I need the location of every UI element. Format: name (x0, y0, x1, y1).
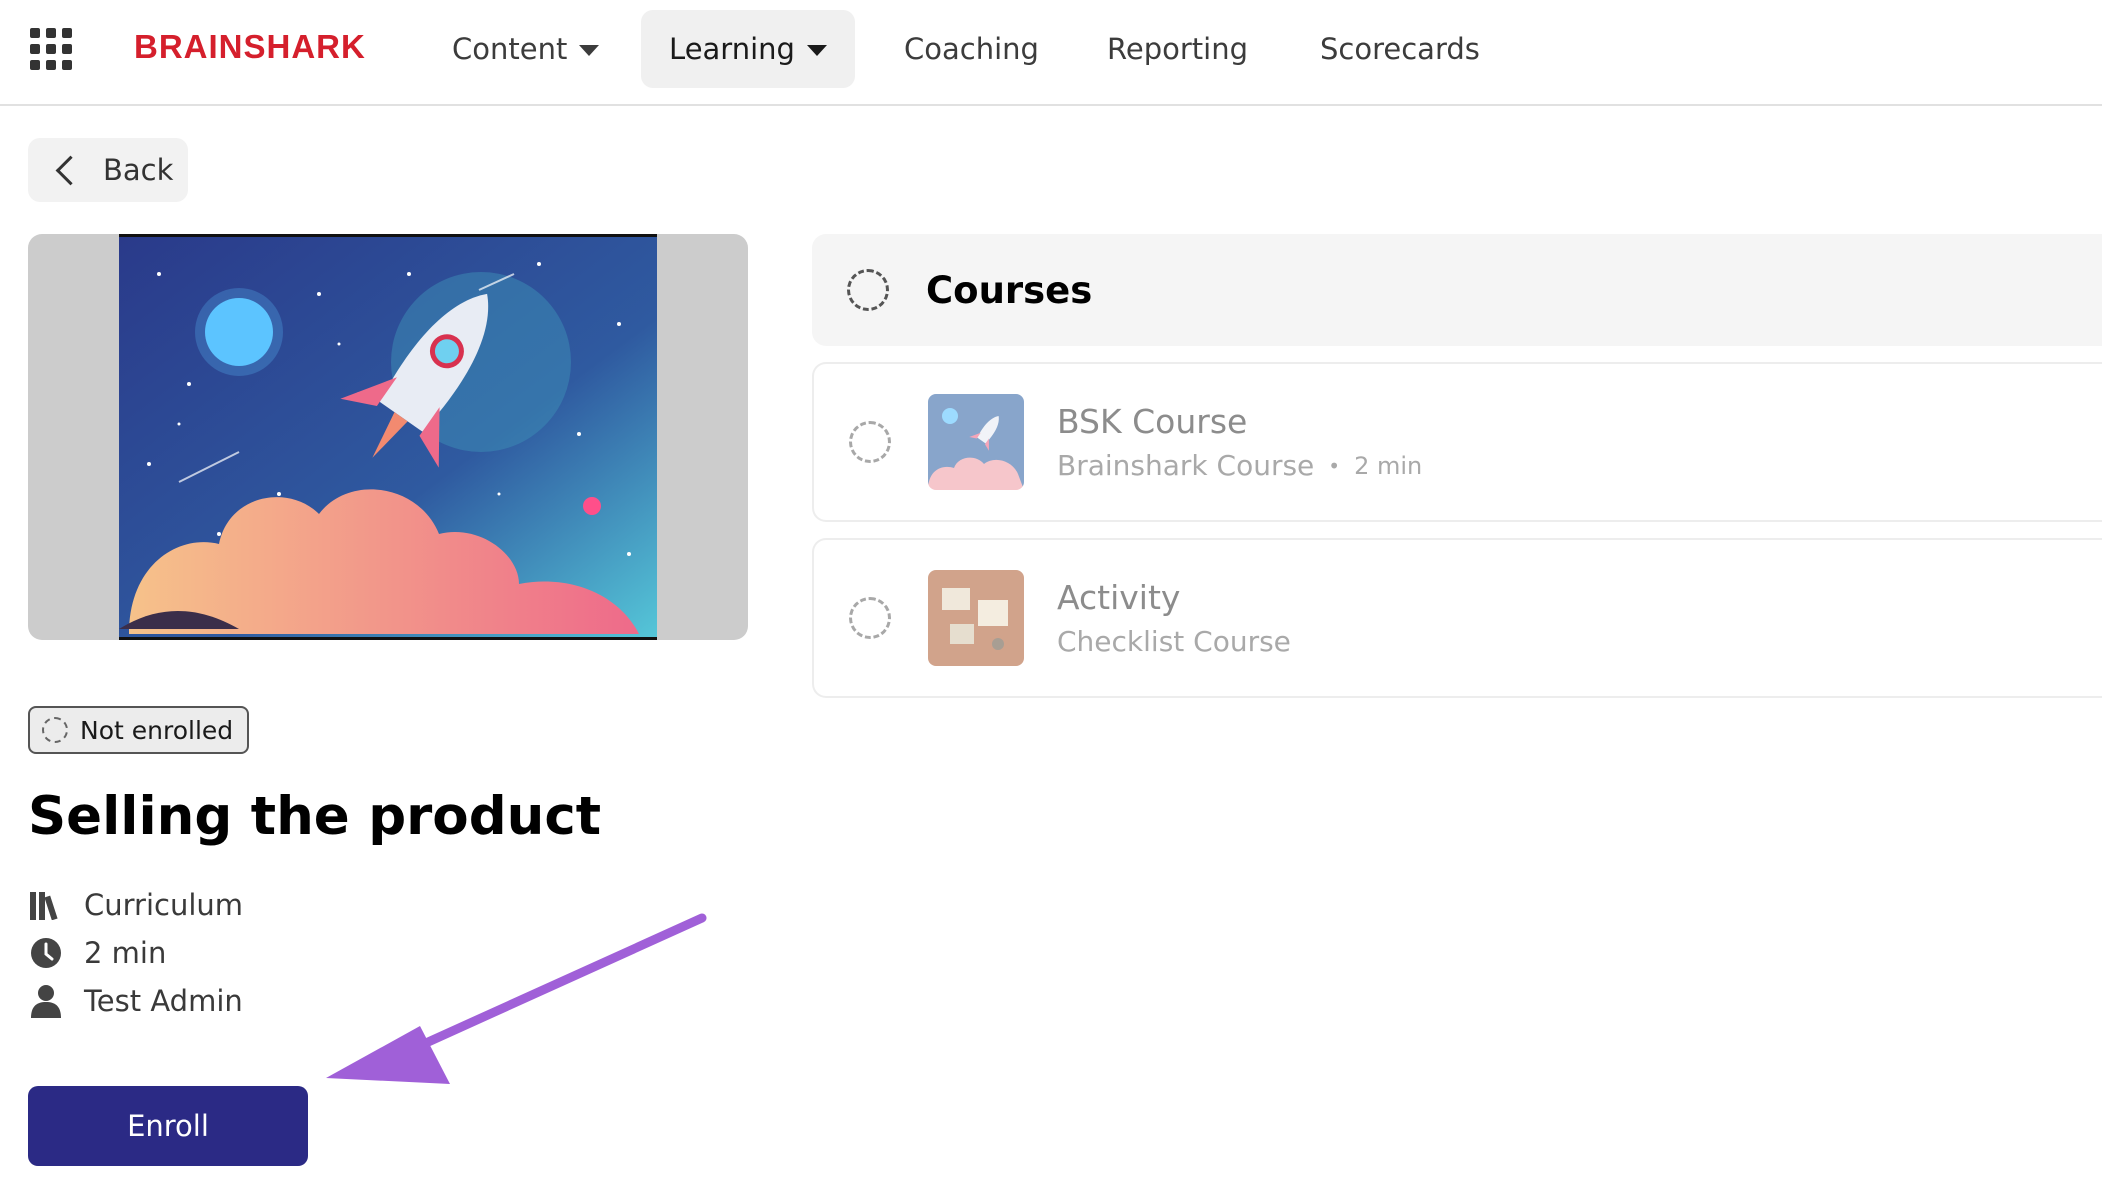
enroll-button[interactable]: Enroll (28, 1086, 308, 1166)
nav-learning[interactable]: Learning (641, 10, 855, 88)
course-name: BSK Course (1057, 402, 1248, 441)
course-duration: 2 min (1354, 451, 1423, 480)
clock-icon (28, 935, 64, 971)
course-thumbnail (928, 570, 1024, 666)
back-button-label: Back (103, 153, 174, 187)
annotation-arrow (326, 913, 707, 1084)
course-item-activity[interactable]: Activity Checklist Course (812, 538, 2102, 698)
courses-heading: Courses (926, 268, 1093, 312)
nav-scorecards[interactable]: Scorecards (1288, 10, 1512, 88)
course-name: Activity (1057, 578, 1181, 617)
nav-learning-label: Learning (669, 32, 795, 66)
curriculum-cover-image (28, 234, 748, 640)
curriculum-duration: 2 min (28, 935, 166, 971)
nav-reporting[interactable]: Reporting (1075, 10, 1280, 88)
status-text: Not enrolled (80, 715, 234, 745)
nav-content[interactable]: Content (420, 10, 631, 88)
brainshark-logo[interactable]: BRAINSHARK (134, 28, 366, 66)
separator-dot: • (1328, 453, 1341, 478)
course-item-bsk-course[interactable]: BSK Course Brainshark Course • 2 min (812, 362, 2102, 522)
courses-section-header: Courses (812, 234, 2102, 346)
nav-reporting-label: Reporting (1107, 32, 1248, 66)
curriculum-author: Test Admin (28, 983, 243, 1019)
nav-scorecards-label: Scorecards (1320, 32, 1480, 66)
library-books-icon (28, 887, 64, 923)
dashed-circle-icon (42, 717, 68, 743)
nav-coaching-label: Coaching (904, 32, 1039, 66)
app-launcher-grid-icon[interactable] (30, 28, 72, 70)
nav-coaching[interactable]: Coaching (872, 10, 1071, 88)
chevron-left-icon (55, 155, 86, 185)
course-type: Brainshark Course (1057, 449, 1315, 482)
top-navigation-bar: BRAINSHARK Content Learning Coaching Rep… (0, 0, 2102, 106)
dashed-circle-icon (847, 269, 889, 311)
curriculum-type: Curriculum (28, 887, 243, 923)
curriculum-type-label: Curriculum (84, 888, 244, 922)
curriculum-author-label: Test Admin (84, 984, 243, 1018)
user-icon (28, 983, 64, 1019)
dashed-circle-icon (849, 597, 891, 639)
caret-down-icon (579, 44, 600, 56)
enrollment-status-badge: Not enrolled (28, 706, 250, 754)
dashed-circle-icon (849, 421, 891, 463)
course-type: Checklist Course (1057, 625, 1291, 658)
back-button[interactable]: Back (28, 138, 188, 202)
nav-content-label: Content (452, 32, 568, 66)
rocket-launch-illustration (119, 234, 657, 640)
curriculum-title: Selling the product (28, 786, 602, 847)
course-thumbnail (928, 394, 1024, 490)
curriculum-duration-label: 2 min (84, 936, 167, 970)
caret-down-icon (806, 44, 827, 56)
